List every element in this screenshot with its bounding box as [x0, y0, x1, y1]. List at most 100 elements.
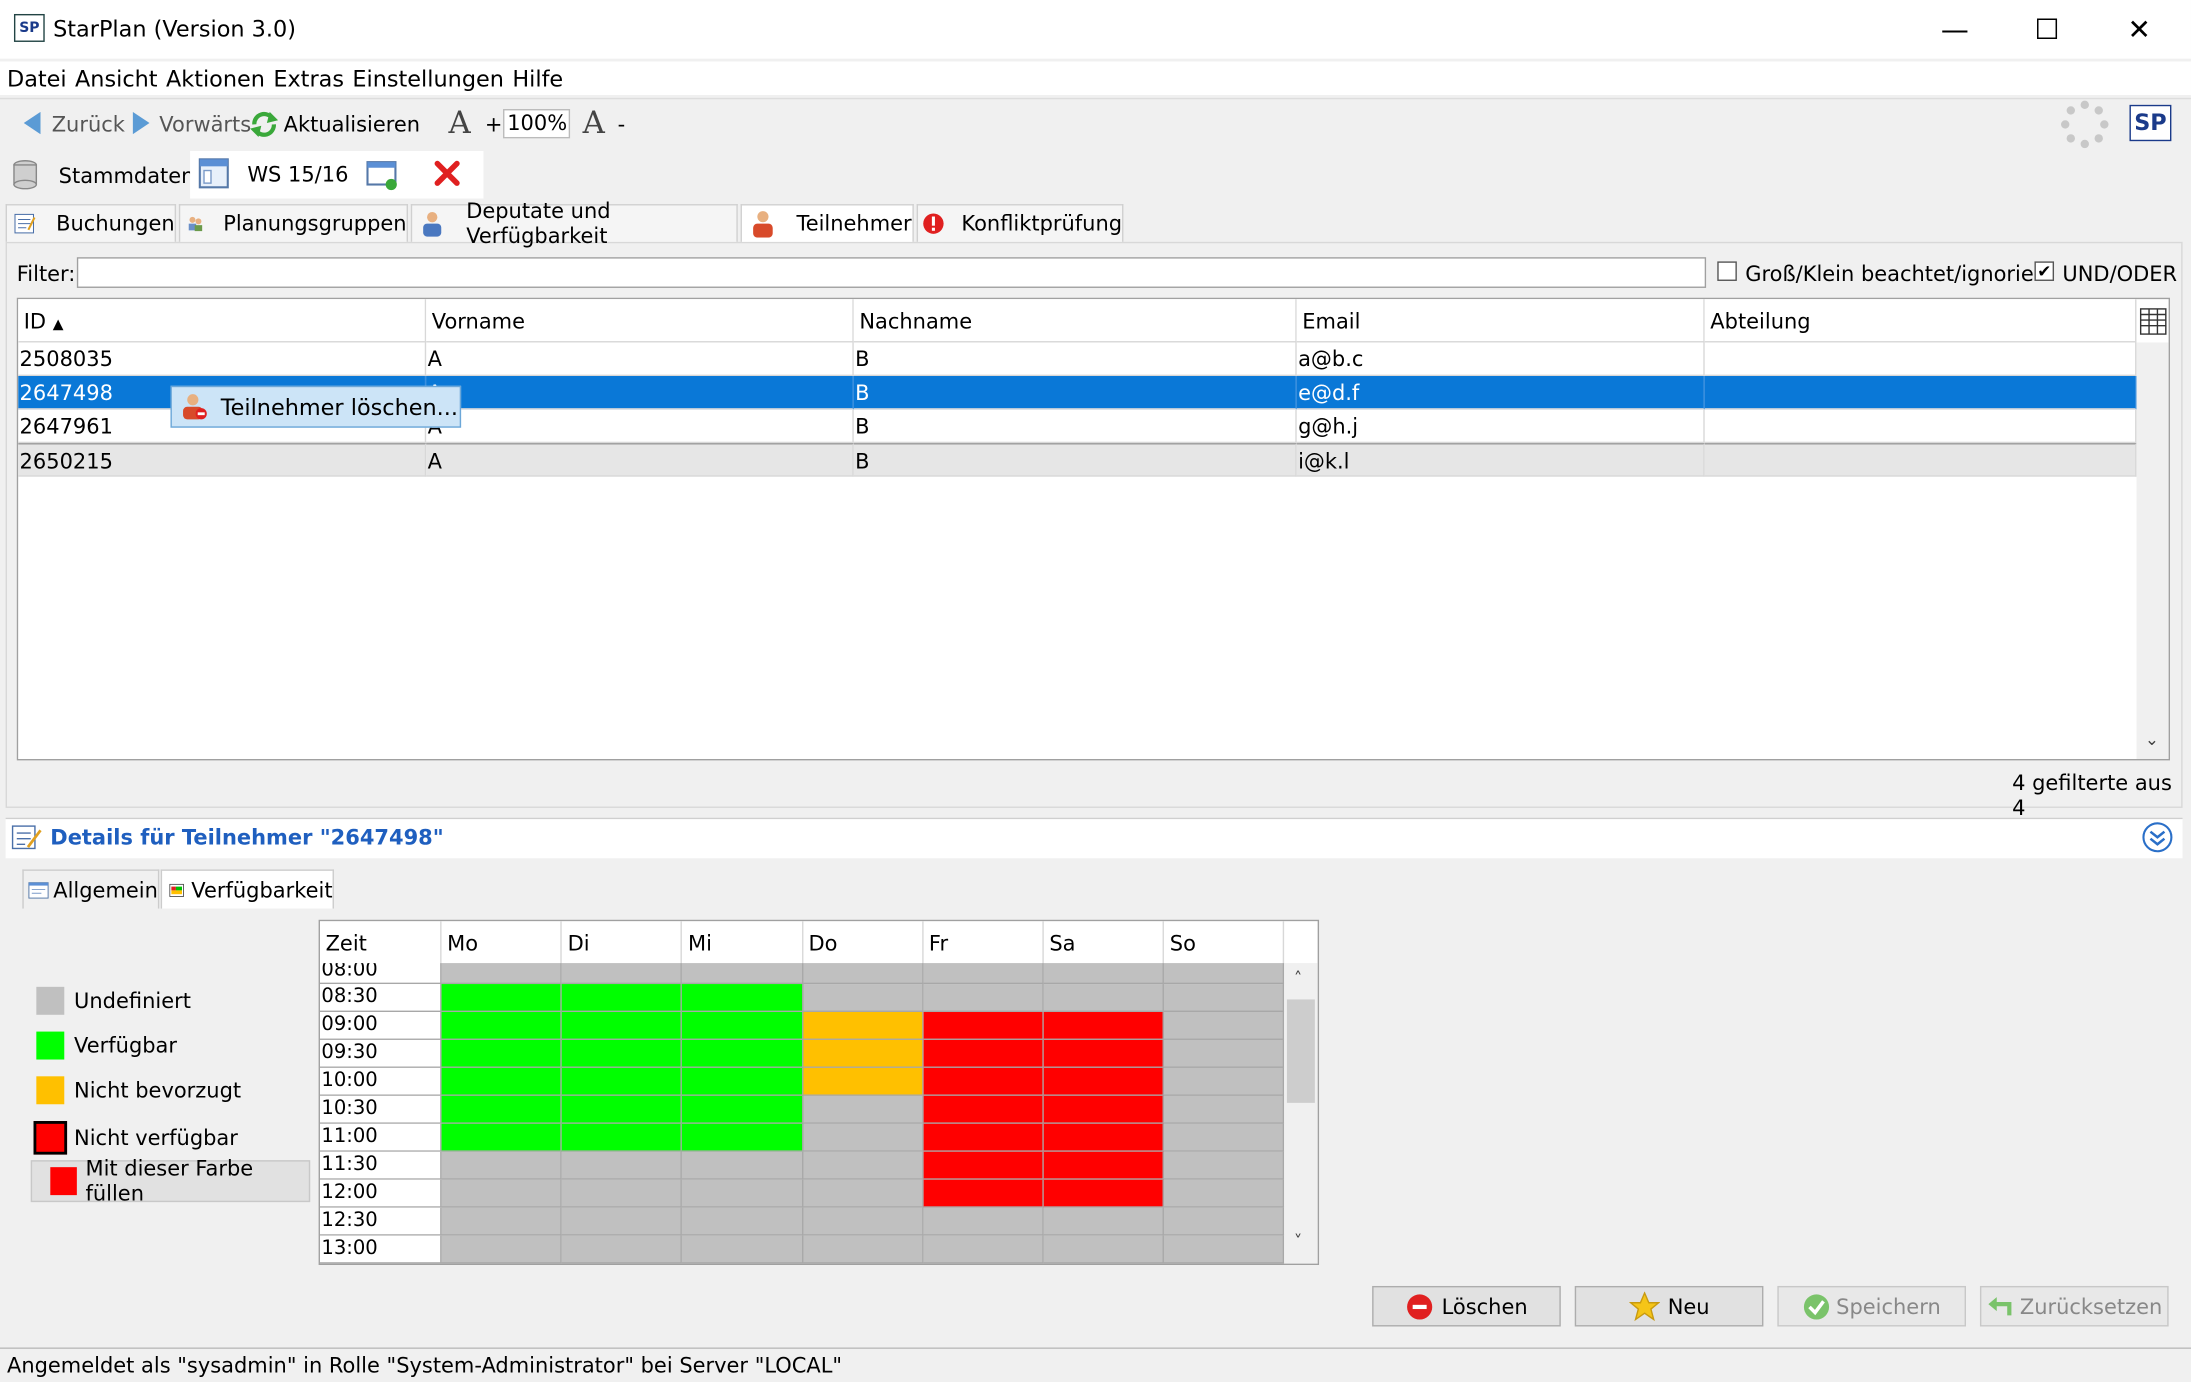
grid-scroll-down-icon[interactable]: ˅: [1294, 1231, 1302, 1251]
refresh-button[interactable]: Aktualisieren: [284, 112, 420, 137]
column-header-vorname[interactable]: Vorname: [426, 299, 854, 343]
swatch-available[interactable]: [36, 1031, 65, 1060]
availability-cell[interactable]: [1164, 1039, 1285, 1068]
tab-planungsgruppen[interactable]: Planungsgruppen: [178, 204, 409, 242]
tab-semester-label[interactable]: WS 15/16: [247, 162, 348, 187]
new-window-icon[interactable]: [366, 158, 400, 192]
availability-cell[interactable]: [1164, 1067, 1285, 1096]
grid-scroll-up-icon[interactable]: ˄: [1294, 969, 1302, 989]
availability-cell[interactable]: [441, 1207, 562, 1236]
availability-cell[interactable]: [1164, 1235, 1285, 1264]
availability-cell[interactable]: [1164, 1179, 1285, 1208]
availability-cell[interactable]: [802, 1123, 924, 1152]
availability-cell[interactable]: [682, 1235, 803, 1264]
forward-arrow-icon[interactable]: [132, 111, 150, 135]
close-tab-icon[interactable]: [433, 159, 461, 187]
grid-header-day[interactable]: Di: [562, 921, 683, 964]
availability-cell[interactable]: [923, 1012, 1044, 1040]
availability-cell[interactable]: [1164, 1095, 1285, 1124]
availability-cell[interactable]: [1164, 1123, 1285, 1152]
save-button[interactable]: Speichern: [1777, 1285, 1967, 1327]
tab-stammdaten-label[interactable]: Stammdaten: [59, 164, 195, 189]
swatch-not-preferred[interactable]: [36, 1076, 65, 1105]
legend-not-preferred[interactable]: Nicht bevorzugt: [36, 1076, 241, 1105]
back-arrow-icon[interactable]: [23, 111, 41, 135]
close-window-icon[interactable]: ✕: [2093, 0, 2185, 59]
availability-cell[interactable]: [802, 1067, 924, 1096]
tab-buchungen[interactable]: Buchungen: [5, 204, 177, 242]
fill-color-button[interactable]: Mit dieser Farbe füllen: [30, 1156, 311, 1206]
availability-cell[interactable]: [441, 963, 562, 985]
availability-cell[interactable]: [441, 1151, 562, 1180]
availability-cell[interactable]: [682, 1067, 803, 1096]
availability-cell[interactable]: [441, 1067, 562, 1096]
availability-cell[interactable]: [802, 1095, 924, 1124]
availability-cell[interactable]: [923, 1207, 1044, 1236]
availability-cell[interactable]: [923, 963, 1044, 985]
availability-cell[interactable]: [802, 1235, 924, 1264]
availability-cell[interactable]: [441, 1123, 562, 1152]
availability-cell[interactable]: [1164, 963, 1285, 985]
availability-cell[interactable]: [561, 1235, 683, 1264]
availability-cell[interactable]: [802, 984, 924, 1013]
availability-cell[interactable]: [1043, 963, 1165, 985]
availability-cell[interactable]: [1043, 1123, 1165, 1152]
availability-cell[interactable]: [1043, 1235, 1165, 1264]
delete-button[interactable]: Löschen: [1372, 1285, 1561, 1327]
availability-cell[interactable]: [1043, 1207, 1165, 1236]
table-row[interactable]: 2508035 A B a@b.c: [18, 342, 2137, 377]
legend-undefined[interactable]: Undefiniert: [36, 986, 191, 1015]
availability-cell[interactable]: [1043, 984, 1165, 1013]
availability-cell[interactable]: [802, 1207, 924, 1236]
column-chooser-icon[interactable]: [2139, 308, 2167, 336]
table-scrollbar[interactable]: [2136, 342, 2169, 760]
refresh-icon[interactable]: [249, 109, 280, 140]
availability-cell[interactable]: [923, 1067, 1044, 1096]
availability-cell[interactable]: [561, 1067, 683, 1096]
availability-cell[interactable]: [682, 1012, 803, 1040]
availability-cell[interactable]: [441, 1039, 562, 1068]
availability-cell[interactable]: [802, 1179, 924, 1208]
availability-cell[interactable]: [561, 1151, 683, 1180]
collapse-icon[interactable]: [2142, 822, 2173, 853]
reset-button[interactable]: Zurücksetzen: [1979, 1285, 2169, 1327]
availability-cell[interactable]: [802, 1039, 924, 1068]
tab-verfuegbarkeit[interactable]: Verfügbarkeit: [160, 869, 334, 909]
availability-cell[interactable]: [1043, 1151, 1165, 1180]
availability-cell[interactable]: [561, 1039, 683, 1068]
availability-cell[interactable]: [1043, 1012, 1165, 1040]
availability-cell[interactable]: [561, 1012, 683, 1040]
availability-cell[interactable]: [441, 1095, 562, 1124]
availability-cell[interactable]: [682, 1151, 803, 1180]
availability-cell[interactable]: [1164, 1012, 1285, 1040]
grid-scrollbar-thumb[interactable]: [1286, 999, 1315, 1103]
menu-extras[interactable]: Extras: [273, 65, 344, 92]
new-button[interactable]: Neu: [1574, 1285, 1764, 1327]
availability-cell[interactable]: [441, 984, 562, 1013]
availability-cell[interactable]: [1043, 1179, 1165, 1208]
tab-konfliktpruefung[interactable]: Konfliktprüfung: [916, 204, 1124, 242]
column-header-id[interactable]: ID ▲: [18, 299, 427, 343]
grid-header-day[interactable]: Sa: [1044, 921, 1165, 964]
table-row[interactable]: 2650215 A B i@k.l: [18, 443, 2137, 477]
availability-cell[interactable]: [1164, 1207, 1285, 1236]
availability-cell[interactable]: [923, 1039, 1044, 1068]
availability-cell[interactable]: [682, 1123, 803, 1152]
menu-ansicht[interactable]: Ansicht: [75, 65, 158, 92]
availability-cell[interactable]: [1043, 1039, 1165, 1068]
availability-cell[interactable]: [802, 1012, 924, 1040]
tab-allgemein[interactable]: Allgemein: [22, 869, 160, 909]
grid-header-day[interactable]: Mi: [682, 921, 803, 964]
tab-deputate[interactable]: Deputate und Verfügbarkeit: [410, 198, 738, 249]
availability-cell[interactable]: [923, 1179, 1044, 1208]
availability-cell[interactable]: [682, 1039, 803, 1068]
availability-cell[interactable]: [923, 1123, 1044, 1152]
availability-cell[interactable]: [561, 1095, 683, 1124]
and-or-checkbox[interactable]: ✔: [2034, 261, 2055, 281]
menu-datei[interactable]: Datei: [7, 65, 67, 92]
availability-cell[interactable]: [682, 1095, 803, 1124]
zoom-field[interactable]: 100%: [503, 109, 571, 139]
availability-cell[interactable]: [561, 963, 683, 985]
back-button[interactable]: Zurück: [52, 112, 125, 137]
case-sensitive-checkbox[interactable]: [1717, 261, 1737, 281]
